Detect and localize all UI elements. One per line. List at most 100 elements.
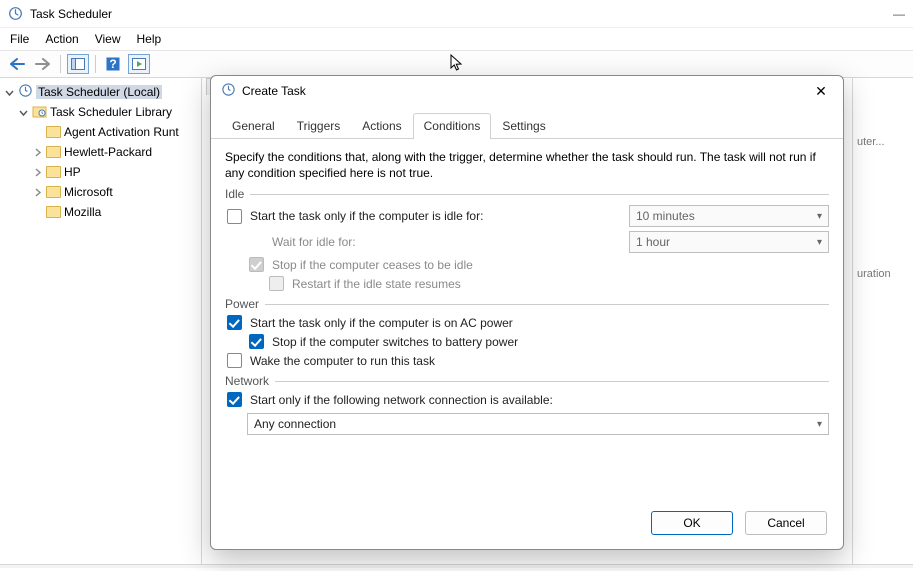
chevron-down-icon: ▾ [817, 237, 822, 248]
app-title: Task Scheduler [30, 7, 893, 21]
tab-conditions[interactable]: Conditions [413, 113, 492, 139]
expand-icon[interactable] [32, 167, 43, 178]
restart-idle-checkbox [269, 276, 284, 291]
tree-item-label: Mozilla [64, 205, 101, 219]
dialog-title: Create Task [242, 84, 809, 98]
network-avail-checkbox[interactable] [227, 392, 242, 407]
collapse-icon[interactable] [4, 87, 15, 98]
idle-duration-value: 10 minutes [636, 209, 695, 223]
network-combo-row: Any connection ▾ [225, 413, 829, 435]
toolbar: ? [0, 51, 913, 78]
tree-item-label: Hewlett-Packard [64, 145, 152, 159]
network-connection-value: Any connection [254, 417, 336, 431]
toolbar-panel-button[interactable] [67, 54, 89, 74]
group-idle-label: Idle [225, 187, 244, 201]
tree-library-label: Task Scheduler Library [50, 105, 172, 119]
restart-idle-label: Restart if the idle state resumes [292, 277, 461, 291]
close-button[interactable]: ✕ [809, 79, 833, 103]
tab-general[interactable]: General [221, 113, 286, 139]
cancel-button[interactable]: Cancel [745, 511, 827, 535]
tree-item[interactable]: HP [0, 162, 201, 182]
idle-start-label: Start the task only if the computer is i… [250, 209, 483, 223]
toolbar-separator [60, 55, 61, 73]
conditions-description: Specify the conditions that, along with … [225, 149, 829, 181]
tab-actions[interactable]: Actions [351, 113, 412, 139]
folder-icon [46, 186, 61, 198]
folder-icon [46, 126, 61, 138]
network-avail-label: Start only if the following network conn… [250, 393, 553, 407]
library-icon [32, 104, 47, 121]
actions-pane-text: uration [857, 268, 909, 280]
minimize-button[interactable]: — [893, 7, 905, 21]
network-connection-combo[interactable]: Any connection ▾ [247, 413, 829, 435]
tree-item[interactable]: Agent Activation Runt [0, 122, 201, 142]
wake-row: Wake the computer to run this task [225, 353, 829, 368]
stop-battery-checkbox[interactable] [249, 334, 264, 349]
stop-battery-label: Stop if the computer switches to battery… [272, 335, 518, 349]
group-power-label: Power [225, 297, 259, 311]
menu-action[interactable]: Action [45, 32, 78, 46]
tree-item[interactable]: Hewlett-Packard [0, 142, 201, 162]
task-scheduler-icon [18, 83, 33, 101]
nav-forward-button[interactable] [32, 54, 54, 74]
nav-back-button[interactable] [6, 54, 28, 74]
group-power: Power [225, 297, 829, 311]
help-button[interactable]: ? [102, 54, 124, 74]
idle-duration-combo[interactable]: 10 minutes ▾ [629, 205, 829, 227]
idle-start-row: Start the task only if the computer is i… [225, 205, 829, 227]
menu-help[interactable]: Help [137, 32, 162, 46]
wake-checkbox[interactable] [227, 353, 242, 368]
stop-if-not-idle-label: Stop if the computer ceases to be idle [272, 258, 473, 272]
tab-triggers[interactable]: Triggers [286, 113, 352, 139]
dialog-body: Specify the conditions that, along with … [211, 139, 843, 501]
tree-library[interactable]: Task Scheduler Library [0, 102, 201, 122]
stop-if-not-idle-row: Stop if the computer ceases to be idle [225, 257, 829, 272]
tree-item-label: Microsoft [64, 185, 113, 199]
menubar: File Action View Help [0, 28, 913, 51]
ok-button[interactable]: OK [651, 511, 733, 535]
restart-idle-row: Restart if the idle state resumes [225, 276, 829, 291]
tree-root[interactable]: Task Scheduler (Local) [0, 82, 201, 102]
collapse-icon[interactable] [18, 107, 29, 118]
toolbar-separator [95, 55, 96, 73]
idle-start-checkbox[interactable] [227, 209, 242, 224]
wait-for-idle-row: Wait for idle for: 1 hour▾ [225, 231, 829, 253]
wake-label: Wake the computer to run this task [250, 354, 435, 368]
stop-if-not-idle-checkbox [249, 257, 264, 272]
task-scheduler-icon [221, 82, 236, 100]
ac-power-label: Start the task only if the computer is o… [250, 316, 513, 330]
wait-duration-combo[interactable]: 1 hour ▾ [629, 231, 829, 253]
folder-icon [46, 206, 61, 218]
tree-root-label: Task Scheduler (Local) [36, 85, 162, 99]
tree-item[interactable]: Microsoft [0, 182, 201, 202]
tree-item[interactable]: Mozilla [0, 202, 201, 222]
tree-item-label: Agent Activation Runt [64, 125, 179, 139]
wait-duration-value: 1 hour [636, 235, 670, 249]
actions-pane: uter... uration [853, 78, 913, 564]
folder-icon [46, 146, 61, 158]
menu-view[interactable]: View [95, 32, 121, 46]
chevron-down-icon: ▾ [817, 419, 822, 430]
tree-pane[interactable]: Task Scheduler (Local) Task Scheduler Li… [0, 78, 202, 564]
chevron-down-icon: ▾ [817, 211, 822, 222]
dialog-titlebar: Create Task ✕ [211, 76, 843, 106]
group-network-label: Network [225, 374, 269, 388]
svg-text:?: ? [109, 57, 116, 71]
tab-settings[interactable]: Settings [491, 113, 556, 139]
create-task-dialog: Create Task ✕ General Triggers Actions C… [210, 75, 844, 550]
expand-icon[interactable] [32, 187, 43, 198]
dialog-tabs: General Triggers Actions Conditions Sett… [211, 112, 843, 139]
expand-icon[interactable] [32, 147, 43, 158]
folder-icon [46, 166, 61, 178]
tree-item-label: HP [64, 165, 81, 179]
task-scheduler-icon [8, 6, 24, 22]
menu-file[interactable]: File [10, 32, 29, 46]
group-idle: Idle [225, 187, 829, 201]
ac-power-checkbox[interactable] [227, 315, 242, 330]
toolbar-run-button[interactable] [128, 54, 150, 74]
actions-pane-text: uter... [857, 136, 909, 148]
dialog-buttons: OK Cancel [211, 501, 843, 549]
group-network: Network [225, 374, 829, 388]
titlebar: Task Scheduler — [0, 0, 913, 28]
ac-power-row: Start the task only if the computer is o… [225, 315, 829, 330]
